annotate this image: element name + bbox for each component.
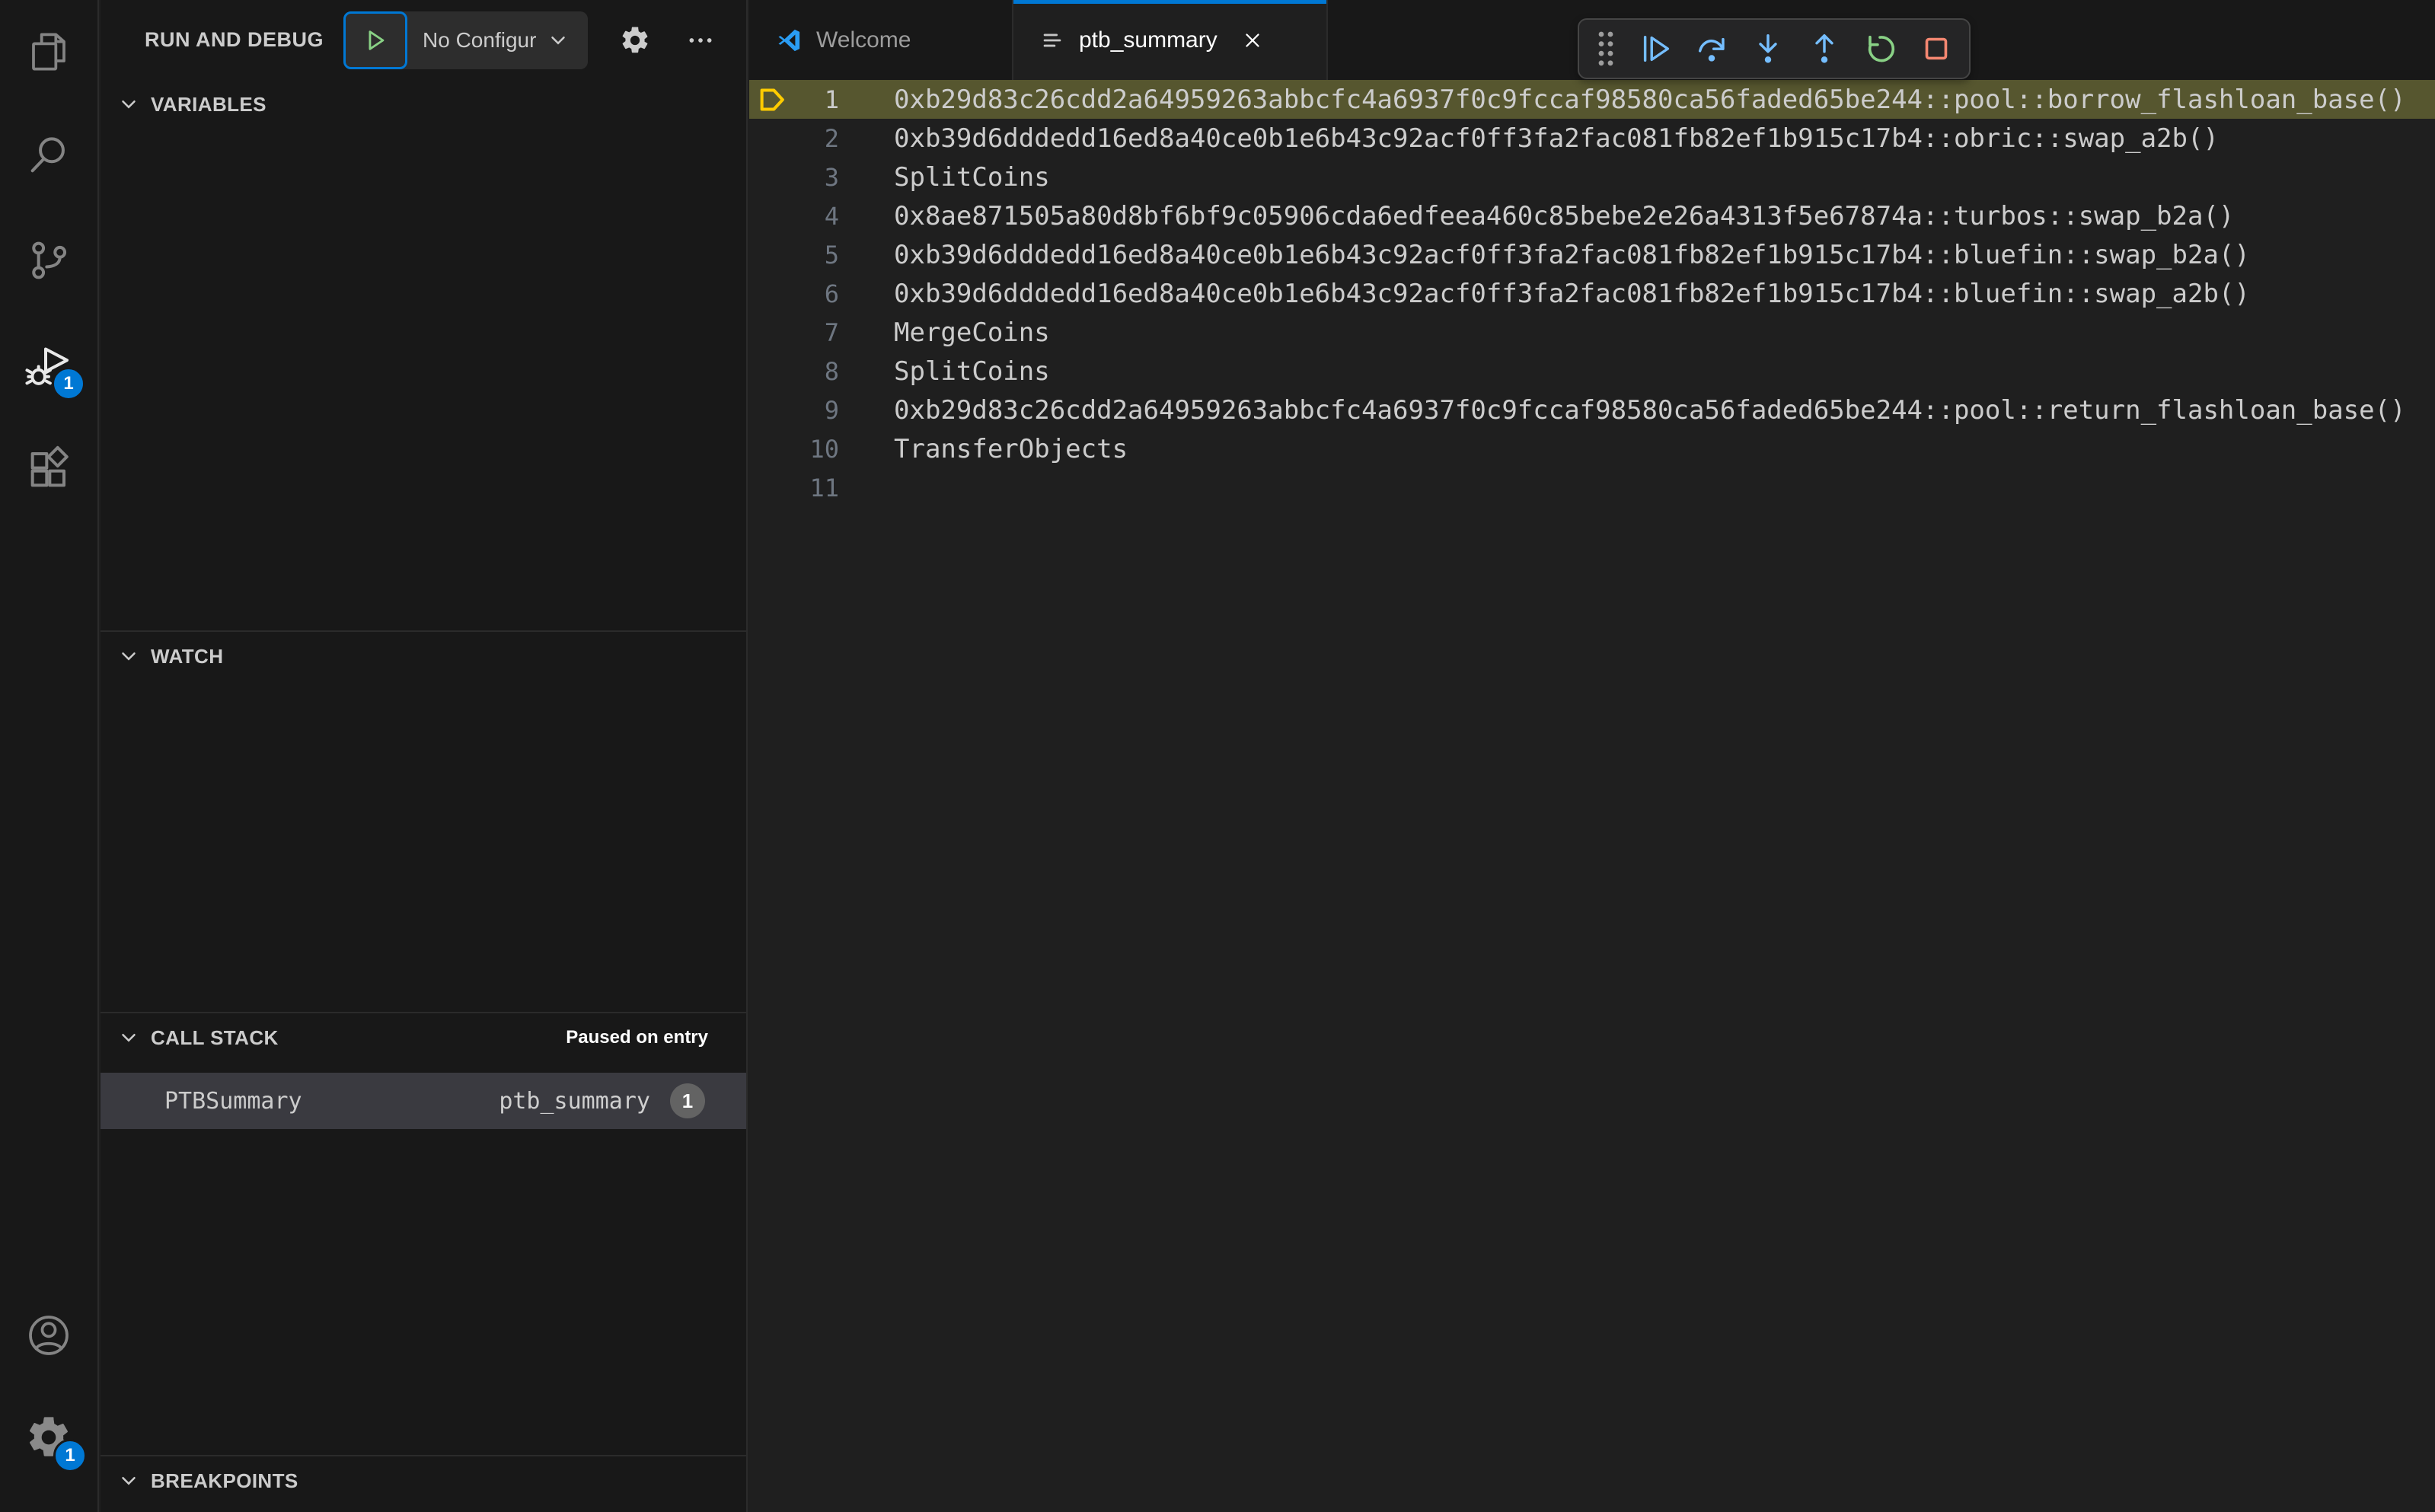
chevron-down-icon bbox=[122, 652, 136, 661]
list-file-icon bbox=[1043, 33, 1061, 46]
activity-bar: 1 1 bbox=[0, 0, 99, 1512]
line-text: MergeCoins bbox=[894, 317, 1050, 348]
tab-label: ptb_summary bbox=[1079, 27, 1218, 53]
chevron-down-icon bbox=[122, 1477, 136, 1485]
line-text: TransferObjects bbox=[894, 433, 1128, 464]
line-number: 8 bbox=[824, 356, 839, 386]
breakpoints-section: BREAKPOINTS bbox=[101, 1455, 746, 1512]
line-number: 5 bbox=[824, 240, 839, 270]
line-number: 10 bbox=[809, 434, 839, 464]
code-line[interactable]: 3 SplitCoins bbox=[749, 158, 2435, 196]
toolbar-drag-handle-icon[interactable] bbox=[1593, 27, 1619, 70]
code-line[interactable]: 2 0xb39d6dddedd16ed8a40ce0b1e6b43c92acf0… bbox=[749, 119, 2435, 158]
debug-configuration-label: No Configur bbox=[423, 27, 537, 52]
source-control-icon[interactable] bbox=[24, 236, 73, 285]
chevron-down-icon bbox=[122, 100, 136, 109]
line-text: 0xb39d6dddedd16ed8a40ce0b1e6b43c92acf0ff… bbox=[894, 239, 2250, 270]
code-line[interactable]: 5 0xb39d6dddedd16ed8a40ce0b1e6b43c92acf0… bbox=[749, 235, 2435, 274]
line-number: 1 bbox=[824, 85, 839, 114]
line-text: SplitCoins bbox=[894, 161, 1050, 193]
sidebar-titlebar: RUN AND DEBUG No Configur bbox=[101, 0, 746, 80]
restart-button[interactable] bbox=[1862, 30, 1900, 68]
line-text: 0x8ae871505a80d8bf6bf9c05906cda6edfeea46… bbox=[894, 200, 2235, 231]
debug-start-control: No Configur bbox=[343, 11, 589, 69]
line-number: 7 bbox=[824, 317, 839, 347]
watch-section: WATCH bbox=[101, 630, 746, 1012]
extensions-icon[interactable] bbox=[24, 445, 73, 493]
settings-badge: 1 bbox=[53, 1439, 87, 1472]
line-number: 4 bbox=[824, 201, 839, 231]
line-text: 0xb29d83c26cdd2a64959263abbcfc4a6937f0c9… bbox=[894, 394, 2406, 426]
chevron-down-icon bbox=[122, 1034, 136, 1042]
code-line[interactable]: 9 0xb29d83c26cdd2a64959263abbcfc4a6937f0… bbox=[749, 391, 2435, 429]
call-stack-frame-row[interactable]: PTBSummary ptb_summary 1 bbox=[101, 1073, 746, 1129]
code-line[interactable]: 4 0x8ae871505a80d8bf6bf9c05906cda6edfeea… bbox=[749, 196, 2435, 235]
run-and-debug-sidebar: RUN AND DEBUG No Configur VARIABLES WATC… bbox=[101, 0, 748, 1512]
call-stack-section-header[interactable]: CALL STACK Paused on entry bbox=[101, 1013, 746, 1062]
code-line[interactable]: 7 MergeCoins bbox=[749, 313, 2435, 352]
continue-button[interactable] bbox=[1637, 30, 1675, 68]
line-text: 0xb39d6dddedd16ed8a40ce0b1e6b43c92acf0ff… bbox=[894, 278, 2250, 309]
run-and-debug-icon[interactable]: 1 bbox=[24, 343, 85, 400]
step-over-button[interactable] bbox=[1693, 30, 1731, 68]
call-stack-section-title: CALL STACK bbox=[151, 1026, 279, 1049]
vscode-window: 1 1 RUN AND DEBUG No Configur VARIABLES … bbox=[0, 0, 2435, 1512]
call-stack-section: CALL STACK Paused on entry PTBSummary pt… bbox=[101, 1012, 746, 1455]
watch-section-title: WATCH bbox=[151, 644, 224, 668]
line-number: 9 bbox=[824, 395, 839, 425]
tab-welcome[interactable]: Welcome bbox=[749, 0, 1013, 80]
line-number: 3 bbox=[824, 162, 839, 192]
stack-frame-badge: 1 bbox=[670, 1083, 705, 1118]
code-line[interactable]: 6 0xb39d6dddedd16ed8a40ce0b1e6b43c92acf0… bbox=[749, 274, 2435, 313]
line-text: 0xb29d83c26cdd2a64959263abbcfc4a6937f0c9… bbox=[894, 84, 2406, 115]
views-more-actions-icon[interactable] bbox=[682, 22, 719, 59]
step-out-button[interactable] bbox=[1805, 30, 1843, 68]
breakpoints-section-title: BREAKPOINTS bbox=[151, 1469, 298, 1492]
variables-section-header[interactable]: VARIABLES bbox=[101, 80, 746, 129]
line-number: 11 bbox=[809, 473, 839, 502]
line-text: SplitCoins bbox=[894, 356, 1050, 387]
vscode-logo-icon bbox=[778, 29, 800, 51]
variables-section: VARIABLES bbox=[101, 80, 746, 630]
breakpoints-section-header[interactable]: BREAKPOINTS bbox=[101, 1456, 746, 1505]
close-tab-icon[interactable] bbox=[1239, 27, 1266, 54]
debug-toolbar bbox=[1578, 18, 1971, 79]
debug-configuration-dropdown[interactable]: No Configur bbox=[407, 11, 588, 69]
code-line[interactable]: 8 SplitCoins bbox=[749, 352, 2435, 391]
explorer-icon[interactable] bbox=[24, 27, 73, 76]
tab-label: Welcome bbox=[816, 27, 911, 53]
chevron-down-icon bbox=[551, 36, 566, 45]
line-number: 2 bbox=[824, 123, 839, 153]
code-line[interactable]: 11 bbox=[749, 468, 2435, 507]
debug-sessions-badge: 1 bbox=[52, 367, 85, 400]
search-icon[interactable] bbox=[24, 131, 73, 180]
call-stack-status: Paused on entry bbox=[566, 1027, 708, 1048]
stop-button[interactable] bbox=[1917, 30, 1955, 68]
stack-frame-name: PTBSummary bbox=[164, 1087, 302, 1115]
code-line[interactable]: 1 0xb29d83c26cdd2a64959263abbcfc4a6937f0… bbox=[749, 80, 2435, 119]
variables-section-title: VARIABLES bbox=[151, 92, 266, 116]
account-icon[interactable] bbox=[24, 1311, 73, 1360]
start-debugging-button[interactable] bbox=[343, 11, 407, 69]
current-execution-arrow-icon bbox=[749, 82, 796, 117]
editor-area: Welcome ptb_summary 1 0xb29d83c26cdd2a64… bbox=[749, 0, 2435, 1512]
sidebar-title: RUN AND DEBUG bbox=[145, 28, 324, 51]
line-text: 0xb39d6dddedd16ed8a40ce0b1e6b43c92acf0ff… bbox=[894, 123, 2219, 154]
line-number: 6 bbox=[824, 279, 839, 308]
code-line[interactable]: 10 TransferObjects bbox=[749, 429, 2435, 468]
step-into-button[interactable] bbox=[1749, 30, 1787, 68]
tab-ptb-summary[interactable]: ptb_summary bbox=[1013, 0, 1328, 80]
watch-section-header[interactable]: WATCH bbox=[101, 632, 746, 681]
debug-settings-gear-icon[interactable] bbox=[617, 22, 653, 59]
code-viewport[interactable]: 1 0xb29d83c26cdd2a64959263abbcfc4a6937f0… bbox=[749, 80, 2435, 1512]
settings-gear-icon[interactable]: 1 bbox=[24, 1413, 87, 1472]
stack-frame-source: ptb_summary bbox=[499, 1087, 650, 1115]
